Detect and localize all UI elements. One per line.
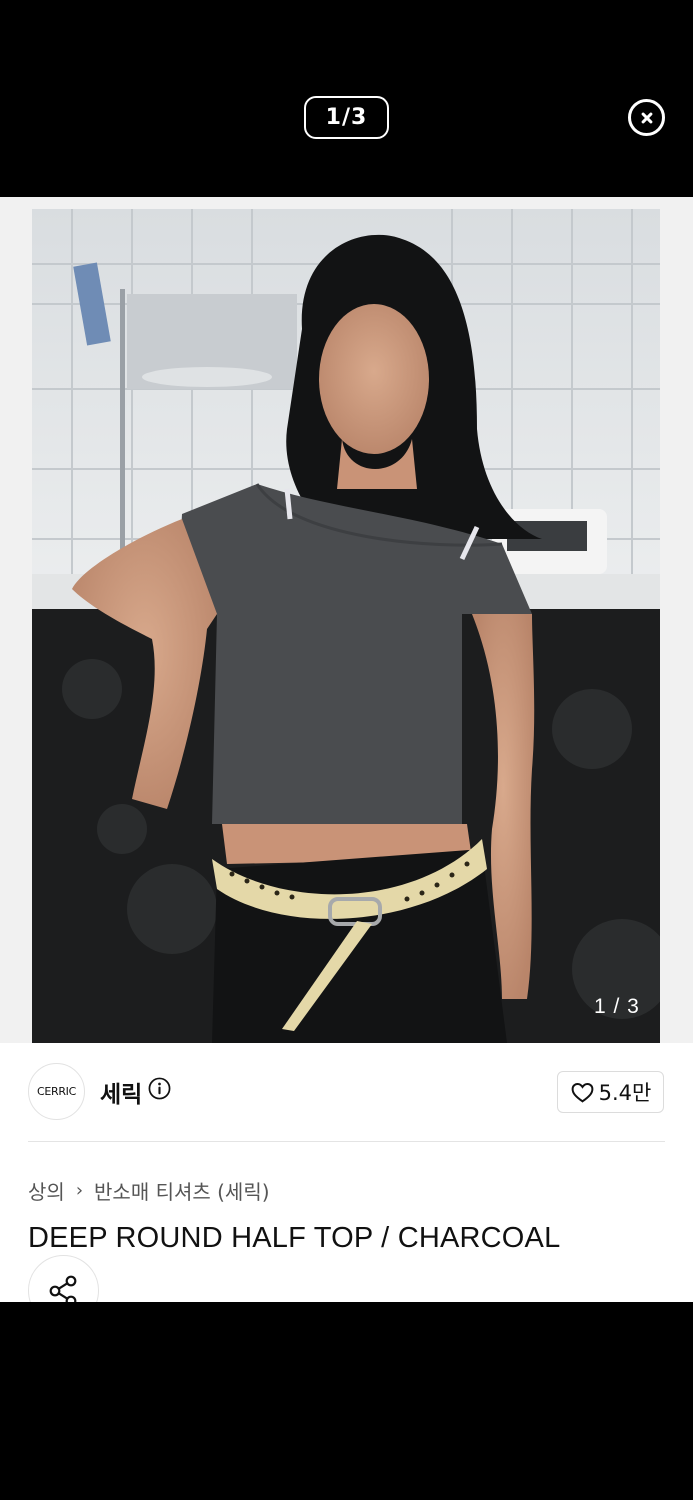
gallery: 1 / 3 [0,197,693,1043]
bottom-overlay [0,1302,693,1500]
product-photo-illustration [32,209,660,1043]
breadcrumb-category[interactable]: 상의 [28,1176,65,1205]
info-icon[interactable] [148,1077,171,1100]
close-icon[interactable] [628,99,665,136]
like-button[interactable]: 5.4만 [557,1071,664,1113]
breadcrumb-subcategory[interactable]: 반소매 티셔츠 (세릭) [94,1176,270,1205]
image-counter: 1 / 3 [594,995,640,1018]
share-button[interactable] [28,1255,99,1302]
viewer-top-bar: 1/3 [0,0,693,197]
like-count: 5.4만 [598,1081,652,1105]
heart-icon [571,1082,594,1103]
share-icon [49,1275,77,1302]
brand-row: CERRIC 세릭 5.4만 [0,1063,693,1121]
page-counter: 1/3 [304,96,389,139]
chevron-right-icon: › [75,1180,84,1201]
product-content: 1 / 3 CERRIC 세릭 5.4만 상의 › 반소매 티셔츠 (세릭) D… [0,197,693,1302]
product-title: DEEP ROUND HALF TOP / CHARCOAL [28,1222,561,1254]
breadcrumb: 상의 › 반소매 티셔츠 (세릭) [28,1176,270,1205]
section-divider [28,1141,665,1142]
brand-name[interactable]: 세릭 [100,1075,142,1109]
product-photo[interactable]: 1 / 3 [32,209,660,1043]
brand-logo[interactable]: CERRIC [28,1063,85,1120]
